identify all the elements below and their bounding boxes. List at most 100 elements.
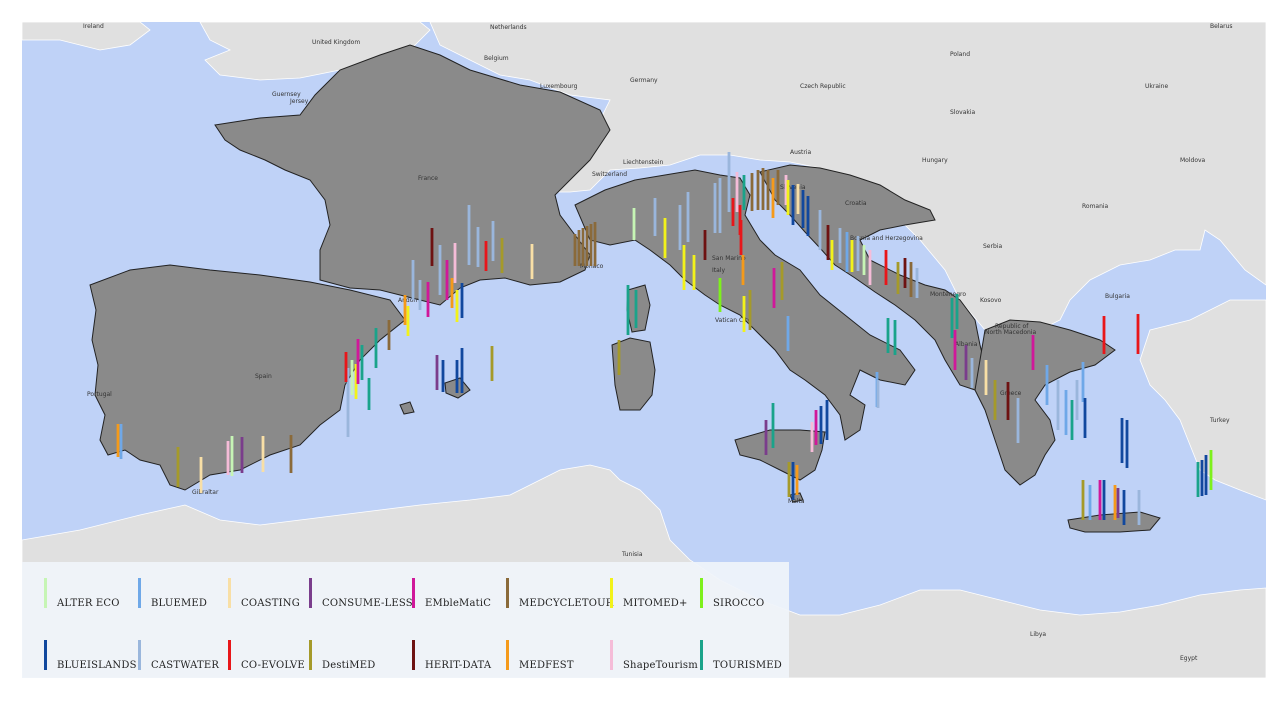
legend-label: EMbleMatiC (425, 598, 492, 609)
project-bar-castwater (653, 198, 657, 236)
project-bar-coasting (796, 184, 800, 214)
legend-label: DestiMED (322, 660, 376, 671)
project-bar-mitomed- (692, 255, 696, 290)
project-bar-castwater (838, 228, 842, 263)
project-bar-emblematic (953, 330, 957, 370)
project-bar-blueislands (1125, 420, 1129, 468)
project-bar-consume-less (435, 355, 439, 390)
project-bar-destimed (787, 462, 791, 497)
label-kosovo: Kosovo (980, 297, 1002, 304)
label-jersey: Jersey (289, 98, 309, 105)
project-bar-blueislands (460, 348, 464, 393)
project-bar-castwater (718, 178, 722, 233)
project-bar-tourismed (771, 403, 775, 448)
project-bar-bluemed (119, 424, 123, 459)
project-bar-medfest (795, 465, 799, 495)
label-malta: Malta (788, 498, 805, 505)
project-bar-medfest (771, 178, 775, 218)
legend-label: TOURISMED (713, 660, 782, 671)
project-bar-medfest (741, 255, 745, 285)
project-bar-sirocco (718, 278, 722, 312)
project-bar-tourismed (950, 298, 954, 338)
legend-swatch (309, 640, 312, 670)
project-bar-consume-less (1116, 488, 1120, 518)
label-netherlands: Netherlands (490, 24, 527, 31)
project-bar-bluemed (1045, 365, 1049, 405)
legend: ALTER ECO BLUEMED COASTING CONSUME-LESS EMbl… (22, 562, 789, 678)
project-bar-castwater (1056, 380, 1060, 430)
project-bar-castwater (1075, 380, 1079, 420)
label-tunisia: Tunisia (621, 551, 643, 558)
legend-label: ShapeTourism (623, 660, 698, 671)
legend-label: CASTWATER (151, 660, 220, 671)
project-bar-medfest (1113, 485, 1117, 520)
label-ireland: Ireland (83, 23, 104, 30)
project-bar-destimed (993, 380, 997, 420)
project-bar-destimed (896, 262, 900, 294)
project-bar-destimed (1081, 480, 1085, 520)
project-bar-herit-data (903, 258, 907, 288)
project-bar-castwater (713, 183, 717, 233)
legend-swatch (228, 640, 231, 670)
label-austria: Austria (790, 149, 812, 156)
legend-row-2: BLUEISLANDS CASTWATER CO-EVOLVE DestiMED HER… (22, 632, 789, 672)
project-bar-herit-data (1006, 382, 1010, 420)
label-belgium: Belgium (484, 55, 509, 62)
label-guernsey: Guernsey (272, 91, 301, 98)
project-bar-co-evolve (484, 241, 488, 271)
label-luxembourg: Luxembourg (540, 83, 578, 90)
project-bar-castwater (727, 152, 731, 212)
project-bar-blueislands (1083, 398, 1087, 438)
project-bar-mitomed- (830, 240, 834, 270)
label-greece: Greece (1000, 390, 1022, 397)
label-croatia: Croatia (845, 200, 867, 207)
project-bar-castwater (856, 236, 860, 271)
project-bar-blueislands (1204, 455, 1208, 495)
project-bar-coasting (199, 457, 203, 493)
project-bar-medcycletour (766, 170, 770, 210)
legend-swatch (700, 640, 703, 670)
project-bar-alter-eco (230, 436, 234, 476)
legend-label: MITOMED+ (623, 598, 688, 609)
legend-label: BLUEISLANDS (57, 660, 137, 671)
project-bar-emblematic (356, 339, 360, 384)
label-czech: Czech Republic (800, 83, 846, 90)
project-bar-bluemed (845, 232, 849, 272)
project-bar-castwater (418, 280, 422, 310)
label-montenegro: Montenegro (930, 291, 966, 298)
project-bar-mitomed- (786, 180, 790, 215)
project-bar-tourismed (626, 285, 630, 335)
project-bar-medfest (450, 278, 454, 308)
legend-label: BLUEMED (151, 598, 208, 609)
project-bar-medcycletour (761, 168, 765, 210)
project-bar-coasting (530, 244, 534, 279)
project-bar-emblematic (426, 282, 430, 317)
project-bar-blueislands (1200, 460, 1204, 496)
project-bar-blueislands (1122, 490, 1126, 525)
label-libya: Libya (1030, 631, 1046, 638)
project-bar-coasting (261, 436, 265, 472)
project-bar-blueislands (455, 360, 459, 393)
legend-label: CO-EVOLVE (241, 660, 305, 671)
project-bar-coasting (984, 360, 988, 395)
project-bar-destimed (748, 290, 752, 330)
project-bar-tourismed (955, 294, 959, 329)
project-bar-medcycletour (589, 224, 593, 266)
project-bar-bluemed (1088, 485, 1092, 520)
project-bar-consume-less (240, 437, 244, 473)
legend-label: HERIT-DATA (425, 660, 492, 671)
project-bar-medcycletour (573, 234, 577, 266)
project-bar-shapetourism (810, 422, 814, 452)
project-bar-tourismed (893, 320, 897, 355)
project-bar-castwater (876, 380, 880, 408)
project-bar-emblematic (814, 410, 818, 445)
legend-swatch (610, 578, 613, 608)
label-ukraine: Ukraine (1145, 83, 1168, 90)
legend-swatch (412, 578, 415, 608)
project-bar-shapetourism (735, 172, 739, 212)
project-bar-blueislands (801, 190, 805, 228)
label-sanmarino: San Marino (712, 255, 746, 262)
project-bar-medcycletour (289, 435, 293, 473)
project-bar-medcycletour (909, 262, 913, 297)
project-bar-shapetourism (453, 243, 457, 283)
